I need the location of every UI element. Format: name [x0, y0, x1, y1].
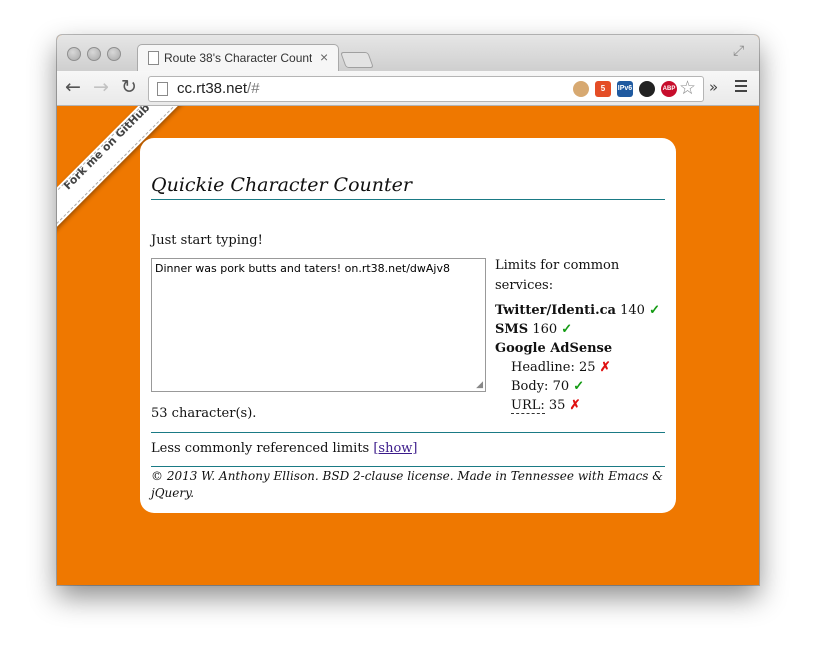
limit-adsense-url: URL: 35 ✗: [511, 398, 581, 414]
textarea-value: Dinner was pork butts and taters! on.rt3…: [155, 262, 450, 275]
page-title: Quickie Character Counter: [151, 174, 665, 200]
divider: [151, 466, 665, 467]
browser-tab[interactable]: Route 38's Character Counte ×: [137, 44, 339, 72]
block-icon[interactable]: [639, 81, 655, 97]
cookie-icon[interactable]: [573, 81, 589, 97]
reload-icon[interactable]: ↻: [121, 76, 137, 98]
address-bar[interactable]: cc.rt38.net/# 5 IPv6 ABP ☆: [148, 76, 704, 102]
check-icon: ✓: [649, 303, 660, 318]
zoom-window-button[interactable]: [107, 47, 121, 61]
check-icon: ✓: [573, 379, 585, 394]
limit-adsense-body: Body: 70 ✓: [511, 379, 585, 394]
content-card: Quickie Character Counter Just start typ…: [140, 138, 676, 513]
limits-heading: Limits for common services:: [495, 258, 620, 293]
new-tab-button[interactable]: [340, 52, 374, 68]
tab-title: Route 38's Character Counte: [164, 51, 312, 65]
limit-sms: SMS 160 ✓: [495, 322, 573, 337]
ipv6-icon[interactable]: IPv6: [617, 81, 633, 97]
page-icon: [148, 51, 159, 65]
limits-panel: Limits for common services: Twitter/Iden…: [495, 256, 670, 415]
divider: [151, 432, 665, 433]
intro-text: Just start typing!: [151, 233, 263, 248]
fullscreen-icon[interactable]: ⤢: [733, 43, 744, 59]
extensions-overflow-icon[interactable]: »: [709, 78, 718, 96]
bookmark-star-icon[interactable]: ☆: [679, 77, 696, 99]
tab-close-icon[interactable]: ×: [320, 49, 328, 65]
limit-adsense-headline: Headline: 25 ✗: [511, 360, 611, 375]
browser-toolbar: ← → ↻ cc.rt38.net/# 5 IPv6 ABP ☆ »: [57, 71, 759, 106]
show-link[interactable]: [show]: [373, 441, 417, 456]
close-window-button[interactable]: [67, 47, 81, 61]
footer-text: © 2013 W. Anthony Ellison. BSD 2-clause …: [151, 469, 663, 500]
message-textarea[interactable]: Dinner was pork butts and taters! on.rt3…: [151, 258, 486, 392]
html5-icon[interactable]: 5: [595, 81, 611, 97]
adblock-icon[interactable]: ABP: [661, 81, 677, 97]
cross-icon: ✗: [569, 398, 581, 413]
cross-icon: ✗: [599, 360, 611, 375]
page-icon: [157, 82, 168, 96]
page-viewport: Fork me on GitHub Quickie Character Coun…: [57, 106, 759, 585]
back-arrow-icon[interactable]: ←: [65, 76, 81, 98]
limit-adsense: Google AdSense: [495, 341, 613, 356]
forward-arrow-icon[interactable]: →: [93, 76, 109, 98]
check-icon: ✓: [561, 322, 573, 337]
tab-strip: Route 38's Character Counte × ⤢: [57, 35, 759, 72]
resize-grip-icon[interactable]: ◢: [476, 380, 483, 390]
browser-window: Route 38's Character Counte × ⤢ ← → ↻ cc…: [57, 35, 759, 585]
url-text[interactable]: cc.rt38.net/#: [177, 80, 260, 97]
limit-twitter: Twitter/Identi.ca 140 ✓: [495, 303, 660, 318]
character-count: 53 character(s).: [151, 406, 257, 421]
menu-icon[interactable]: [735, 80, 747, 95]
less-common-limits: Less commonly referenced limits [show]: [151, 441, 418, 456]
minimize-window-button[interactable]: [87, 47, 101, 61]
